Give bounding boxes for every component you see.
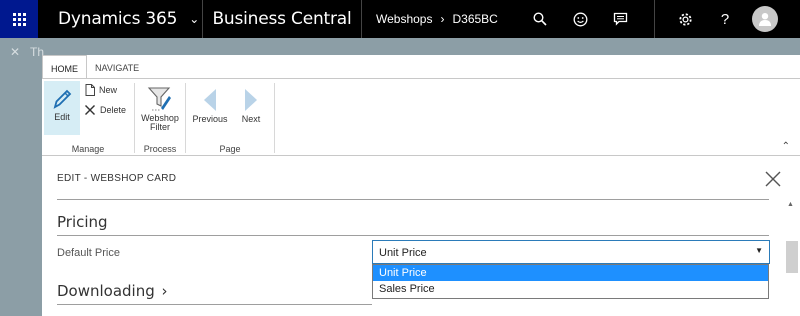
next-button-label: Next [241, 114, 261, 124]
arrow-left-icon [204, 89, 216, 111]
close-icon: ✕ [10, 45, 21, 59]
action-ribbon: HOME NAVIGATE Edit New Delete Manage Web… [42, 55, 800, 156]
ribbon-group-label: Page [219, 144, 241, 154]
webshop-filter-button[interactable]: Webshop Filter [140, 81, 180, 132]
search-icon [533, 12, 547, 26]
tab-navigate[interactable]: NAVIGATE [87, 55, 147, 79]
feedback-button[interactable] [560, 0, 600, 38]
default-price-label: Default Price [57, 247, 120, 259]
divider [57, 235, 769, 236]
filter-icon [147, 87, 171, 111]
divider [654, 0, 655, 38]
top-navigation-bar: Dynamics 365 ⌄ Business Central Webshops… [0, 0, 800, 38]
default-price-value: Unit Price [379, 247, 427, 259]
app-name: Dynamics 365 [58, 9, 178, 29]
default-price-options: Unit Price Sales Price [372, 264, 769, 299]
previous-button[interactable]: Previous [190, 81, 230, 124]
avatar [752, 6, 778, 32]
breadcrumb-item-webshops[interactable]: Webshops [376, 12, 432, 26]
arrow-right-icon [245, 89, 257, 111]
breadcrumb: Webshops › D365BC [362, 0, 520, 38]
chevron-down-icon: ⌄ [189, 12, 200, 26]
tab-home[interactable]: HOME [42, 55, 87, 79]
close-icon[interactable] [763, 169, 783, 189]
divider [57, 304, 372, 305]
previous-button-label: Previous [192, 114, 228, 124]
webshop-card-dialog: HOME NAVIGATE Edit New Delete Manage Web… [42, 55, 800, 316]
new-document-icon [85, 84, 95, 96]
dropdown-arrow-icon: ▼ [755, 246, 763, 255]
gear-icon [678, 12, 692, 26]
section-downloading[interactable]: Downloading › [57, 282, 168, 300]
section-downloading-label: Downloading [57, 282, 155, 300]
breadcrumb-item-current[interactable]: D365BC [452, 12, 497, 26]
card-title: EDIT - WEBSHOP CARD [57, 173, 177, 184]
background-overlay [0, 38, 42, 316]
divider [57, 199, 769, 200]
settings-button[interactable] [665, 0, 705, 38]
webshop-filter-label-line2: Filter [150, 122, 170, 132]
app-name-menu[interactable]: Dynamics 365 ⌄ [38, 0, 202, 38]
section-pricing[interactable]: Pricing [57, 213, 108, 231]
default-price-select[interactable]: Unit Price ▼ [372, 240, 770, 264]
waffle-icon [12, 12, 26, 26]
option-sales-price[interactable]: Sales Price [373, 281, 768, 297]
scroll-up-icon[interactable]: ▲ [787, 201, 794, 208]
ribbon-group-page: Previous Next Page [186, 79, 274, 156]
option-unit-price[interactable]: Unit Price [373, 265, 768, 281]
messages-button[interactable] [600, 0, 640, 38]
new-button-label: New [99, 85, 118, 95]
chat-icon [613, 12, 627, 26]
next-button[interactable]: Next [234, 81, 268, 124]
question-mark-icon: ? [720, 10, 730, 28]
ribbon-tabs: HOME NAVIGATE [42, 55, 147, 79]
pencil-icon [53, 89, 72, 109]
app-launcher-button[interactable] [0, 0, 38, 38]
delete-button[interactable]: Delete [84, 104, 126, 116]
edit-button[interactable]: Edit [44, 81, 80, 135]
search-button[interactable] [520, 0, 560, 38]
scrollbar-thumb[interactable] [786, 241, 798, 273]
new-button[interactable]: New [84, 83, 117, 97]
smiley-icon [573, 12, 587, 26]
x-delete-icon [85, 105, 95, 115]
ribbon-group-label: Manage [71, 144, 105, 154]
ribbon-group-process: Webshop Filter Process [135, 79, 185, 156]
chevron-right-icon: › [161, 282, 168, 300]
edit-button-label: Edit [54, 112, 70, 122]
divider [274, 83, 275, 153]
user-account-button[interactable] [745, 0, 785, 38]
delete-button-label: Delete [100, 105, 127, 115]
chevron-right-icon: › [440, 12, 445, 26]
product-name[interactable]: Business Central [203, 0, 361, 38]
help-button[interactable]: ? [705, 0, 745, 38]
ribbon-group-label: Process [143, 144, 177, 154]
ribbon-group-manage: Edit New Delete Manage [42, 79, 134, 156]
collapse-ribbon-icon[interactable]: ⌃ [782, 141, 790, 152]
user-icon [759, 13, 771, 26]
